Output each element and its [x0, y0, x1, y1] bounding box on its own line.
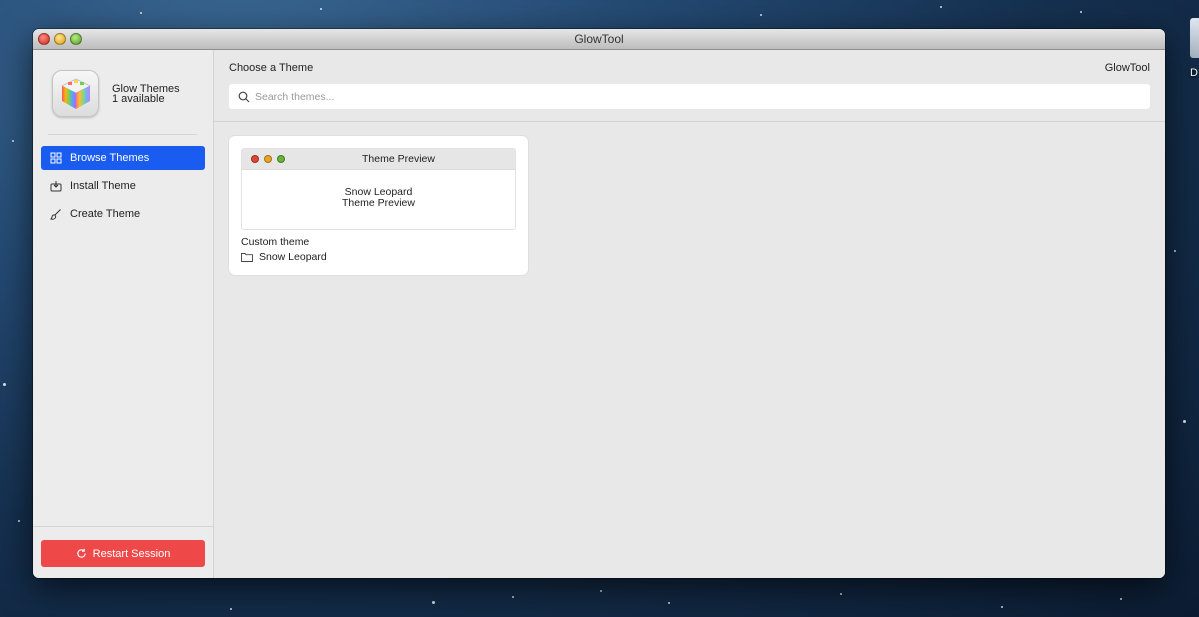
window-title: GlowTool [574, 32, 624, 46]
preview-minimize-dot [264, 155, 272, 163]
preview-title-bar: Theme Preview [242, 149, 515, 170]
preview-content: Snow Leopard Theme Preview [242, 187, 515, 209]
page-title: Choose a Theme [229, 62, 314, 74]
theme-card[interactable]: Theme Preview Snow Leopard Theme Preview… [229, 136, 528, 275]
theme-folder: Snow Leopard [241, 251, 327, 263]
sidebar-nav: Browse Themes Install Theme Create Theme [41, 146, 205, 230]
search-input[interactable] [255, 90, 1150, 103]
desktop-drive-icon[interactable] [1190, 18, 1199, 58]
restart-session-button[interactable]: Restart Session [41, 540, 205, 567]
desktop-icon-label: D [1190, 67, 1198, 79]
header-app-name: GlowTool [1104, 62, 1150, 74]
sidebar-item-label: Install Theme [70, 180, 136, 192]
theme-type-label: Custom theme [241, 236, 310, 248]
sidebar-item-browse-themes[interactable]: Browse Themes [41, 146, 205, 170]
main-header: Choose a Theme GlowTool [214, 50, 1165, 122]
sidebar: Glow Themes 1 available Browse Themes In… [33, 50, 214, 578]
title-bar[interactable]: GlowTool [33, 29, 1165, 50]
folder-icon [241, 252, 253, 262]
search-icon [238, 91, 250, 103]
brush-icon [50, 208, 62, 220]
preview-title: Theme Preview [362, 153, 435, 165]
app-name: Glow Themes [112, 82, 180, 95]
sidebar-item-label: Create Theme [70, 208, 141, 220]
app-header: Glow Themes 1 available [52, 70, 180, 117]
themes-count: 1 available [112, 92, 165, 105]
sidebar-item-install-theme[interactable]: Install Theme [41, 174, 205, 198]
app-window: GlowTool Glow Themes 1 available Browse … [33, 29, 1165, 578]
sidebar-divider [48, 134, 197, 135]
sidebar-footer: Restart Session [33, 526, 213, 578]
sidebar-item-label: Browse Themes [70, 152, 150, 164]
preview-window-controls [251, 155, 285, 163]
preview-line-2: Theme Preview [342, 197, 415, 209]
search-bar [229, 84, 1150, 109]
main-content: Choose a Theme GlowTool Search themes...… [214, 50, 1165, 578]
sidebar-item-create-theme[interactable]: Create Theme [41, 202, 205, 226]
glow-themes-app-icon [52, 70, 99, 117]
install-icon [50, 180, 62, 192]
refresh-icon [76, 548, 87, 559]
theme-preview: Theme Preview Snow Leopard Theme Preview [241, 148, 516, 230]
grid-icon [50, 152, 62, 164]
restart-session-label: Restart Session [92, 547, 171, 560]
theme-folder-name: Snow Leopard [259, 251, 327, 263]
preview-close-dot [251, 155, 259, 163]
